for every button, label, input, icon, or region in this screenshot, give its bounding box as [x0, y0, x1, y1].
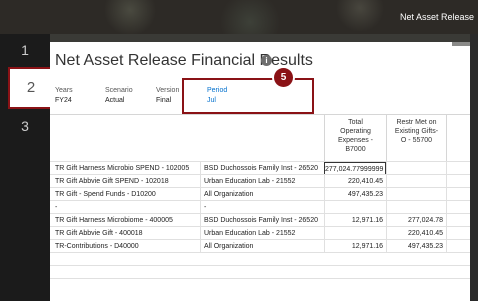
pov-years[interactable]: Years FY24	[55, 86, 73, 106]
table-row-empty	[50, 252, 470, 265]
step-3[interactable]: 3	[0, 118, 50, 134]
top-stripe-accent	[452, 42, 470, 46]
step-1[interactable]: 1	[0, 42, 50, 58]
step-2-active[interactable]: 2	[8, 67, 54, 109]
info-icon[interactable]: i	[261, 55, 272, 66]
app-title: Net Asset Release	[399, 12, 474, 22]
col3-line-2: Operating	[340, 128, 371, 135]
window-edge	[470, 34, 478, 301]
app-banner: Net Asset Release	[0, 0, 478, 34]
pov-scenario-value: Actual	[105, 97, 125, 104]
col3-line-3: Expenses -	[337, 137, 374, 144]
pov-years-value: FY24	[55, 97, 72, 104]
col4-line-1: Restr Met on	[396, 119, 437, 126]
column-header-restr-met[interactable]: Restr Met on Existing Gifts- O - 55700	[386, 115, 446, 161]
column-header-total-operating[interactable]: Total Operating Expenses - B7000	[324, 115, 386, 161]
pov-scenario-label: Scenario	[105, 87, 133, 94]
page-title: Net Asset Release Financial Results	[55, 52, 313, 69]
pov-scenario[interactable]: Scenario Actual	[105, 86, 133, 106]
table-row[interactable]: - -	[50, 200, 470, 214]
main-panel: Net Asset Release Financial Results i Ye…	[50, 34, 478, 301]
table-row[interactable]: TR Gift Harness Microbio SPEND - 102005 …	[50, 161, 470, 175]
col4-line-2: Existing Gifts-	[394, 128, 439, 135]
pov-version[interactable]: Version Final	[156, 86, 179, 106]
top-stripe	[50, 34, 470, 42]
col3-line-4: B7000	[345, 146, 366, 153]
table-row[interactable]: TR Gift Abbvie Gift - 400018 Urban Educa…	[50, 226, 470, 240]
pov-version-value: Final	[156, 97, 172, 104]
table-row[interactable]: TR-Contributions - D40000 All Organizati…	[50, 239, 470, 253]
table-row-empty	[50, 265, 470, 278]
period-highlight-box	[182, 78, 314, 114]
callout-badge-5: 5	[274, 68, 293, 87]
column-header-empty	[446, 115, 470, 161]
pov-version-label: Version	[156, 87, 180, 94]
table-row[interactable]: TR Gift Abbvie Gift SPEND - 102018 Urban…	[50, 174, 470, 188]
pov-years-label: Years	[55, 87, 73, 94]
table-row[interactable]: TR Gift - Spend Funds - D10200 All Organ…	[50, 187, 470, 201]
col3-line-1: Total	[348, 119, 363, 126]
table-row[interactable]: TR Gift Harness Microbiome - 400005 BSD …	[50, 213, 470, 227]
col4-line-3: O - 55700	[400, 137, 433, 144]
table-row-empty	[50, 278, 470, 291]
